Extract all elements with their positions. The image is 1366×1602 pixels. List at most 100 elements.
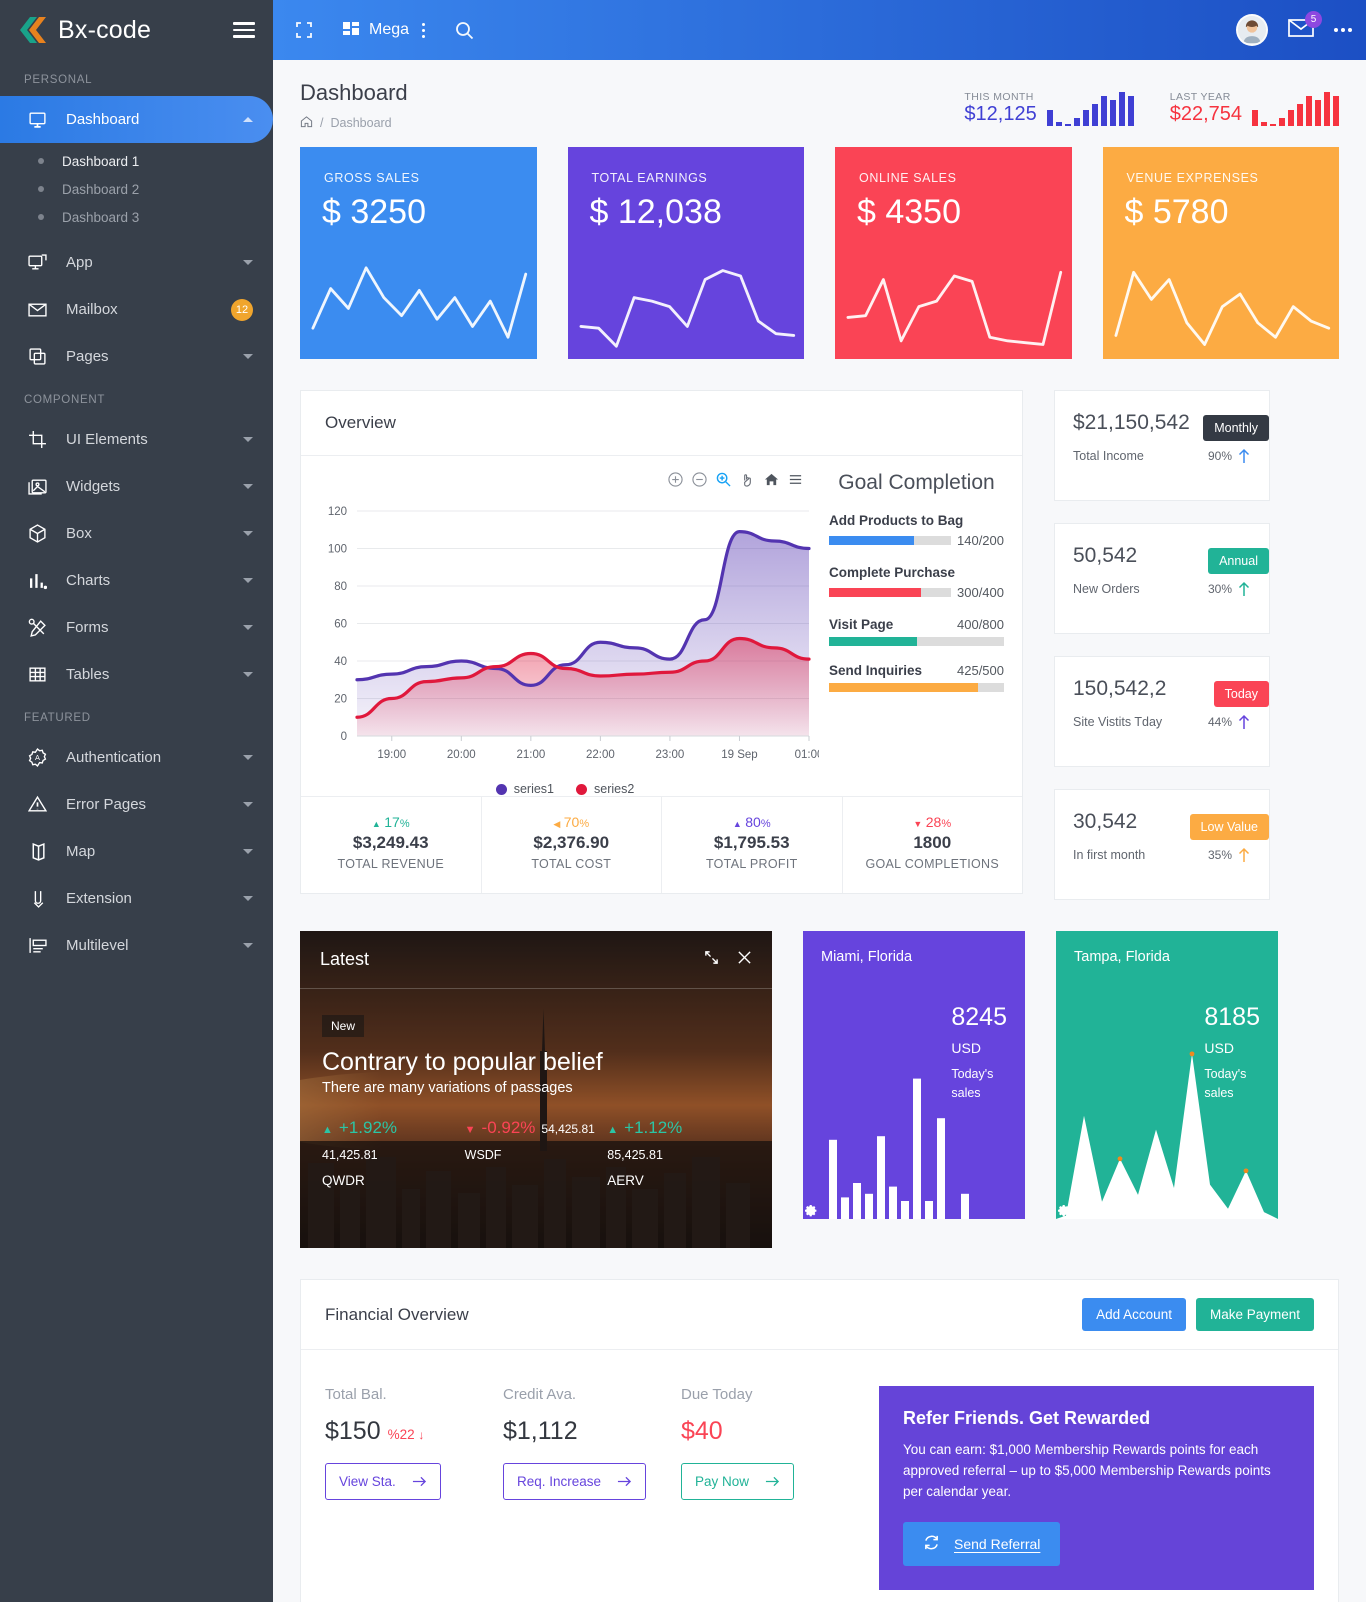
chevron-down-icon[interactable]: [243, 943, 253, 948]
sidebar-subitem-dashboard-2[interactable]: Dashboard 2: [0, 175, 273, 203]
stat-change: ▲ 80%: [732, 814, 771, 830]
chart-legend: series1 series2: [309, 782, 821, 796]
chevron-down-icon[interactable]: [243, 672, 253, 677]
sidebar-item-ui-elements[interactable]: UI Elements: [0, 416, 273, 463]
legend-label: series2: [594, 782, 635, 796]
financial-buttons: Add Account Make Payment: [1082, 1298, 1314, 1331]
sidebar-subitem-dashboard-3[interactable]: Dashboard 3: [0, 203, 273, 231]
sidebar-item-label: Box: [66, 525, 92, 542]
grid-icon: [343, 21, 359, 35]
header-stat: LAST YEAR $22,754: [1170, 88, 1339, 126]
dots-vertical-icon[interactable]: [422, 22, 426, 38]
zoom-in-icon[interactable]: [668, 472, 683, 487]
add-account-button[interactable]: Add Account: [1082, 1298, 1186, 1331]
ticker-item: ▲ +1.92% 41,425.81 QWDR: [322, 1118, 465, 1188]
zoom-out-icon[interactable]: [692, 472, 707, 487]
financial-action-button[interactable]: View Sta.: [325, 1463, 441, 1500]
sidebar-section-title: COMPONENT: [24, 394, 106, 406]
sidebar-item-widgets[interactable]: Widgets: [0, 463, 273, 510]
menu-icon[interactable]: [788, 472, 803, 487]
sidebar-item-mailbox[interactable]: Mailbox 12: [0, 286, 273, 333]
side-stat-card: $21,150,542 Total Income 90% Monthly: [1054, 390, 1270, 501]
sidebar-item-map[interactable]: Map: [0, 828, 273, 875]
make-payment-button[interactable]: Make Payment: [1195, 1298, 1314, 1331]
sidebar-item-charts[interactable]: Charts: [0, 557, 273, 604]
mail-button[interactable]: 5: [1288, 10, 1322, 43]
breadcrumb-current[interactable]: Dashboard: [330, 116, 391, 130]
goal-completion-panel: Goal Completion Add Products to Bag 140/2…: [821, 462, 1022, 796]
search-icon[interactable]: [455, 21, 474, 40]
sidebar-item-label: Charts: [66, 572, 111, 589]
kpi-value: $ 3250: [322, 193, 426, 231]
breadcrumb: / Dashboard: [300, 115, 408, 131]
pan-icon[interactable]: [740, 472, 755, 487]
sidebar-toggle-icon[interactable]: [233, 22, 255, 38]
dots-horizontal-icon[interactable]: [1334, 28, 1352, 32]
sidebar-item-label: UI Elements: [66, 431, 148, 448]
chevron-down-icon[interactable]: [243, 896, 253, 901]
legend-item[interactable]: series2: [576, 782, 634, 796]
bar: [841, 1197, 849, 1219]
sidebar-item-extension[interactable]: Extension: [0, 875, 273, 922]
chevron-down-icon[interactable]: [243, 578, 253, 583]
sidebar-nav: PERSONAL Dashboard Dashboard 1 Dashboard 2D…: [0, 60, 273, 969]
sidebar-subitem-dashboard-1[interactable]: Dashboard 1: [0, 147, 273, 175]
bar: [913, 1078, 921, 1219]
legend-label: series1: [513, 782, 554, 796]
financial-action-button[interactable]: Req. Increase: [503, 1463, 647, 1500]
sidebar-item-multilevel[interactable]: Multilevel: [0, 922, 273, 969]
send-referral-button[interactable]: Send Referral: [903, 1521, 1061, 1566]
sidebar-item-authentication[interactable]: A Authentication: [0, 734, 273, 781]
sidebar-item-dashboard[interactable]: Dashboard: [0, 96, 273, 143]
badge-icon: A: [28, 748, 47, 767]
chevron-down-icon[interactable]: [243, 802, 253, 807]
avatar[interactable]: [1236, 14, 1268, 46]
ticker-pct: +1.12%: [624, 1118, 683, 1137]
bar-chart-icon: [30, 574, 47, 590]
badge-icon: A: [28, 748, 54, 767]
chevron-down-icon[interactable]: [243, 531, 253, 536]
city-card-tampa: Tampa, Florida 8185 USD Today's sales: [1056, 931, 1278, 1219]
goal-name: Visit Page: [829, 617, 894, 633]
sidebar-item-forms[interactable]: Forms: [0, 604, 273, 651]
x-axis-tick: 21:00: [516, 749, 545, 761]
sidebar-item-error-pages[interactable]: Error Pages: [0, 781, 273, 828]
sidebar-item-app[interactable]: App: [0, 239, 273, 286]
home-icon[interactable]: [300, 115, 313, 131]
expand-icon[interactable]: [704, 950, 719, 970]
overview-stat: ◀ 70% $2,376.90 TOTAL COST: [482, 797, 662, 893]
side-card-caption: Total Income: [1073, 449, 1144, 463]
pen-icon: [28, 618, 46, 637]
home-icon[interactable]: [764, 472, 779, 487]
selection-zoom-icon[interactable]: [716, 472, 731, 487]
sidebar-item-label: Dashboard: [66, 111, 140, 128]
side-card-percent: 44%: [1208, 714, 1251, 730]
kpi-value: $ 12,038: [589, 193, 722, 231]
new-tag: New: [322, 1015, 365, 1037]
mega-menu-button[interactable]: Mega: [343, 21, 409, 39]
sidebar-item-pages[interactable]: Pages: [0, 333, 273, 380]
close-icon[interactable]: [737, 950, 752, 970]
chevron-down-icon[interactable]: [243, 354, 253, 359]
bar: [877, 1136, 885, 1219]
kpi-sparkline: [1114, 270, 1330, 346]
financial-action-button[interactable]: Pay Now: [681, 1463, 795, 1500]
sidebar-subitem-label: Dashboard 2: [62, 181, 140, 197]
chevron-down-icon[interactable]: [243, 260, 253, 265]
city-cards: Miami, Florida 8245 USD Today's sales Tampa, …: [803, 931, 1278, 1219]
stat-caption: GOAL COMPLETIONS: [865, 857, 1000, 871]
legend-marker: [495, 783, 507, 795]
legend-item[interactable]: series1: [495, 782, 554, 796]
chevron-down-icon[interactable]: [243, 437, 253, 442]
chevron-down-icon[interactable]: [243, 849, 253, 854]
fullscreen-icon[interactable]: [295, 21, 313, 39]
sidebar-item-tables[interactable]: Tables: [0, 651, 273, 698]
goal-numbers: 140/200: [957, 533, 1004, 549]
kpi-card-venue-exprenses: VENUE EXPRENSES $ 5780: [1102, 147, 1339, 359]
chevron-up-icon[interactable]: [243, 117, 253, 122]
x-axis-tick: 19:00: [377, 749, 406, 761]
chevron-down-icon[interactable]: [243, 484, 253, 489]
chevron-down-icon[interactable]: [243, 755, 253, 760]
chevron-down-icon[interactable]: [243, 625, 253, 630]
sidebar-item-box[interactable]: Box: [0, 510, 273, 557]
